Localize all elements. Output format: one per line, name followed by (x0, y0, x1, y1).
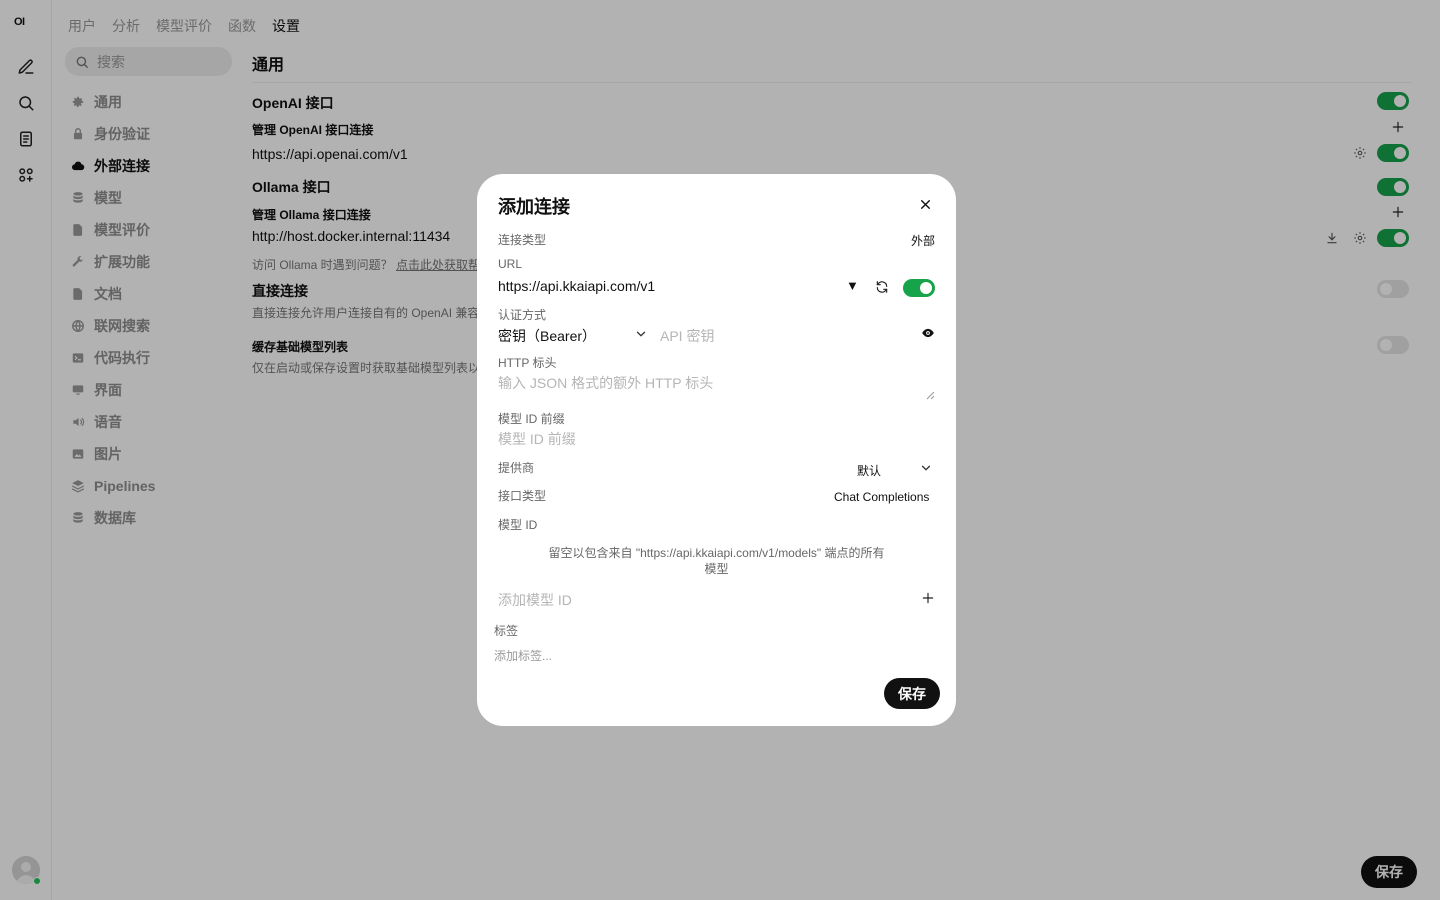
model-ids-info: 留空以包含来自 "https://api.kkaiapi.com/v1/mode… (477, 545, 956, 577)
model-ids-info-line: 留空以包含来自 "https://api.kkaiapi.com/v1/mode… (548, 546, 885, 560)
chevron-down-icon[interactable] (918, 460, 934, 476)
eye-icon[interactable] (920, 325, 936, 341)
url-enabled-toggle[interactable] (903, 279, 935, 297)
tags-input[interactable]: 添加标签... (494, 647, 552, 664)
provider-label: 提供商 (498, 461, 535, 475)
auth-label: 认证方式 (498, 308, 547, 322)
model-prefix-input[interactable]: 模型 ID 前缀 (498, 429, 576, 449)
connection-type-label: 连接类型 (498, 233, 547, 247)
chevron-down-icon[interactable] (633, 326, 649, 342)
close-icon[interactable] (917, 196, 933, 212)
http-headers-textarea[interactable]: 输入 JSON 格式的额外 HTTP 标头 (498, 373, 713, 393)
api-type-toggle[interactable]: Chat Completions (834, 490, 929, 504)
url-label: URL (498, 257, 523, 271)
textarea-resize-handle[interactable] (926, 391, 935, 400)
model-prefix-label: 模型 ID 前缀 (498, 412, 565, 426)
url-dropdown-icon[interactable]: ▼ (846, 278, 859, 293)
api-key-input[interactable]: API 密钥 (660, 326, 714, 346)
provider-select[interactable]: 默认 (857, 462, 881, 479)
add-model-id-input[interactable]: 添加模型 ID (498, 590, 572, 610)
modal-title: 添加连接 (498, 197, 570, 217)
modal-save-button[interactable]: 保存 (884, 678, 940, 709)
model-ids-info-line: 模型 (704, 562, 729, 576)
connection-type-toggle[interactable]: 外部 (911, 232, 935, 249)
plus-icon (922, 592, 934, 604)
add-model-id-button[interactable] (920, 590, 936, 606)
url-input[interactable]: https://api.kkaiapi.com/v1 (498, 278, 655, 294)
add-connection-modal: 添加连接 连接类型 外部 URL https://api.kkaiapi.com… (477, 174, 956, 726)
http-headers-label: HTTP 标头 (498, 356, 557, 370)
api-type-label: 接口类型 (498, 489, 547, 503)
refresh-icon[interactable] (874, 279, 890, 295)
model-ids-label: 模型 ID (498, 518, 538, 532)
tags-label: 标签 (494, 624, 519, 638)
auth-select[interactable]: 密钥（Bearer） (498, 326, 596, 346)
